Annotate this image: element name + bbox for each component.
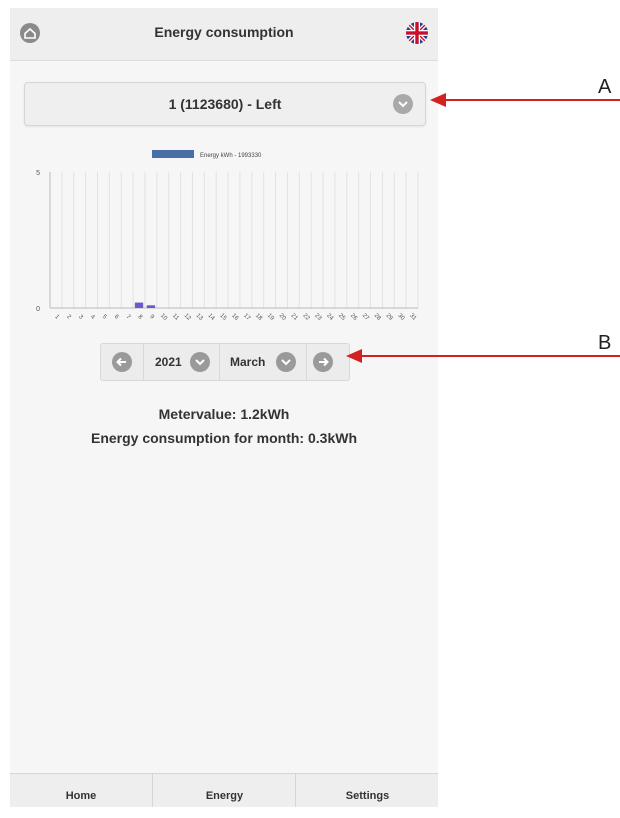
x-tick-label: 17 bbox=[242, 313, 251, 322]
divider bbox=[143, 344, 144, 380]
date-navigator: 2021 March bbox=[100, 343, 350, 381]
x-tick-label: 2 bbox=[65, 314, 72, 321]
legend-label: Energy kWh - 1993330 bbox=[200, 153, 262, 159]
app-screen: Energy consumption 1 (1123680) - Left 0 5… bbox=[10, 8, 438, 807]
chart-svg: 051 2 3 4 5 6 7 8 9 10 11 12 13 14 15 16 17 18 19 20 21 22 23 2… bbox=[36, 150, 419, 322]
x-tick-label: 24 bbox=[325, 313, 334, 322]
x-tick-label: 3 bbox=[77, 314, 84, 321]
x-tick-label: 30 bbox=[396, 313, 405, 322]
tab-settings[interactable]: Settings bbox=[295, 774, 439, 807]
metervalue-text: Metervalue: 1.2kWh bbox=[158, 406, 290, 422]
tab-energy[interactable]: Energy bbox=[152, 774, 296, 807]
uk-flag-icon[interactable] bbox=[406, 22, 428, 44]
month-select-value[interactable]: March bbox=[230, 355, 265, 369]
month-consumption-text: Energy consumption for month: 0.3kWh bbox=[90, 430, 357, 446]
x-tick-label: 23 bbox=[313, 313, 322, 322]
x-tick-label: 21 bbox=[290, 313, 299, 322]
annotation-label-a: A bbox=[598, 76, 612, 98]
x-tick-label: 26 bbox=[349, 313, 358, 322]
next-arrow-icon[interactable] bbox=[313, 352, 333, 372]
energy-chart: 0 5 1 2 3 4 5 6 7 8 9 10 11 12 13 14 15 16 17 18 19 20 21 22 23 2… bbox=[24, 142, 434, 332]
month-chevron-icon[interactable] bbox=[276, 352, 296, 372]
tab-home[interactable]: Home bbox=[10, 774, 152, 807]
chevron-down-icon[interactable] bbox=[393, 94, 413, 114]
meter-select-value: 1 (1123680) - Left bbox=[168, 96, 282, 112]
arrow-a bbox=[430, 93, 620, 107]
x-tick-label: 20 bbox=[278, 313, 287, 322]
x-tick-label: 4 bbox=[89, 314, 96, 321]
year-select-value[interactable]: 2021 bbox=[155, 355, 182, 369]
x-tick-label: 5 bbox=[101, 314, 108, 321]
x-tick-label: 28 bbox=[373, 313, 382, 322]
y-tick-label: 5 bbox=[36, 170, 40, 177]
x-tick-label: 12 bbox=[183, 313, 192, 322]
x-tick-label: 31 bbox=[408, 313, 417, 322]
x-tick-label: 11 bbox=[171, 313, 180, 322]
x-tick-label: 14 bbox=[206, 313, 215, 322]
x-tick-label: 15 bbox=[218, 313, 227, 322]
x-tick-label: 22 bbox=[301, 313, 310, 322]
x-tick-label: 25 bbox=[337, 313, 346, 322]
x-tick-label: 1 bbox=[53, 314, 60, 321]
page-title: Energy consumption bbox=[154, 24, 294, 40]
header-bar: Energy consumption bbox=[10, 8, 438, 61]
x-tick-label: 19 bbox=[266, 313, 275, 322]
legend-swatch bbox=[152, 150, 194, 158]
bar bbox=[146, 305, 156, 308]
prev-arrow-icon[interactable] bbox=[112, 352, 132, 372]
x-tick-label: 13 bbox=[195, 313, 204, 322]
y-tick-label: 0 bbox=[36, 306, 40, 313]
x-tick-label: 9 bbox=[148, 314, 155, 321]
x-tick-label: 6 bbox=[113, 314, 120, 321]
divider bbox=[219, 344, 220, 380]
bar bbox=[134, 302, 144, 308]
x-tick-label: 7 bbox=[125, 314, 132, 321]
tab-bar: Home Energy Settings bbox=[10, 773, 438, 807]
divider bbox=[306, 344, 307, 380]
x-tick-label: 29 bbox=[385, 313, 394, 322]
x-tick-label: 16 bbox=[230, 313, 239, 322]
x-tick-label: 27 bbox=[361, 313, 370, 322]
year-chevron-icon[interactable] bbox=[190, 352, 210, 372]
meter-select[interactable]: 1 (1123680) - Left bbox=[24, 82, 426, 126]
x-tick-label: 10 bbox=[159, 313, 168, 322]
x-tick-label: 18 bbox=[254, 313, 263, 322]
annotation-label-b: B bbox=[598, 332, 612, 354]
x-tick-label: 8 bbox=[136, 314, 143, 321]
